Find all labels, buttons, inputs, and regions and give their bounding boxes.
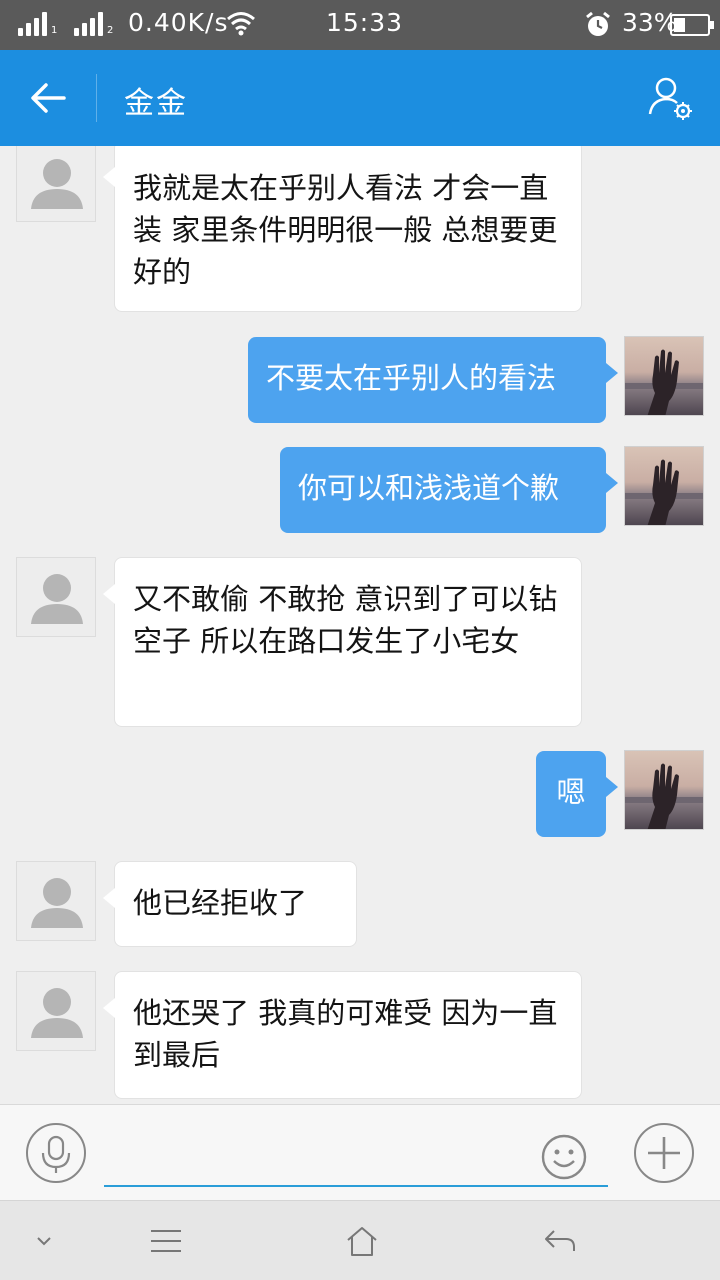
contact-profile-button[interactable] [646, 74, 696, 124]
status-bar: 1 2 0.40K/s 15:33 33% [0, 0, 720, 50]
system-nav-bar [0, 1200, 720, 1280]
menu-icon [151, 1230, 181, 1252]
more-options-button[interactable] [634, 1123, 694, 1183]
contact-avatar[interactable] [16, 146, 96, 222]
clock: 15:33 [326, 8, 404, 37]
arrow-left-icon [31, 83, 66, 113]
hand-photo-icon [625, 459, 703, 525]
home-button[interactable] [338, 1219, 386, 1263]
message-bubble-incoming[interactable]: 我就是太在乎别人看法 才会一直装 家里条件明明很一般 总想要更好的 [103, 146, 582, 312]
hide-keyboard-button[interactable] [20, 1219, 68, 1263]
emoji-button[interactable] [540, 1133, 588, 1181]
person-placeholder-icon [31, 988, 83, 1038]
my-avatar[interactable] [624, 336, 704, 416]
person-placeholder-icon [31, 878, 83, 928]
message-input[interactable] [104, 1123, 608, 1187]
my-avatar[interactable] [624, 446, 704, 526]
home-icon [347, 1227, 377, 1256]
contact-avatar[interactable] [16, 971, 96, 1051]
microphone-icon [41, 1135, 71, 1173]
person-placeholder-icon [31, 574, 83, 624]
hand-photo-icon [625, 349, 703, 415]
contact-avatar[interactable] [16, 557, 96, 637]
chevron-down-icon [37, 1237, 51, 1246]
header-divider [96, 74, 97, 122]
message-bubble-outgoing[interactable]: 不要太在乎别人的看法 [248, 337, 618, 423]
wifi-icon [226, 10, 256, 40]
message-list[interactable]: 我就是太在乎别人看法 才会一直装 家里条件明明很一般 总想要更好的 不要太在乎别… [0, 146, 720, 1104]
hand-photo-icon [625, 763, 703, 829]
back-nav-button[interactable] [536, 1219, 584, 1263]
message-bubble-incoming[interactable]: 他已经拒收了 [103, 861, 357, 947]
user-settings-icon [648, 77, 692, 120]
back-button[interactable] [22, 74, 74, 122]
battery-icon [670, 14, 714, 36]
message-input-bar [0, 1104, 720, 1200]
contact-name: ⾦⾦ [124, 86, 188, 121]
signal-icon: 1 [18, 10, 57, 36]
my-avatar[interactable] [624, 750, 704, 830]
message-bubble-incoming[interactable]: 又不敢偷 不敢抢 意识到了可以钻空子 所以在路口发生了小宅女 [103, 557, 582, 727]
message-bubble-incoming[interactable]: 他还哭了 我真的可难受 因为一直到最后 [103, 971, 582, 1099]
emoji-icon [541, 1134, 587, 1180]
sim2-label: 2 [107, 25, 114, 36]
message-bubble-outgoing[interactable]: 你可以和浅浅道个歉 [280, 447, 618, 533]
back-icon [545, 1230, 575, 1251]
battery-fill [674, 18, 685, 32]
signal-icon: 2 [74, 10, 113, 36]
message-bubble-outgoing[interactable]: 嗯 [536, 751, 618, 837]
voice-input-button[interactable] [26, 1123, 86, 1183]
network-speed: 0.40K/s [128, 8, 229, 37]
menu-button[interactable] [142, 1219, 190, 1263]
person-placeholder-icon [31, 159, 83, 209]
contact-avatar[interactable] [16, 861, 96, 941]
plus-icon [648, 1137, 680, 1169]
chat-header: ⾦⾦ [0, 50, 720, 146]
alarm-icon [584, 11, 612, 43]
sim1-label: 1 [51, 25, 58, 36]
